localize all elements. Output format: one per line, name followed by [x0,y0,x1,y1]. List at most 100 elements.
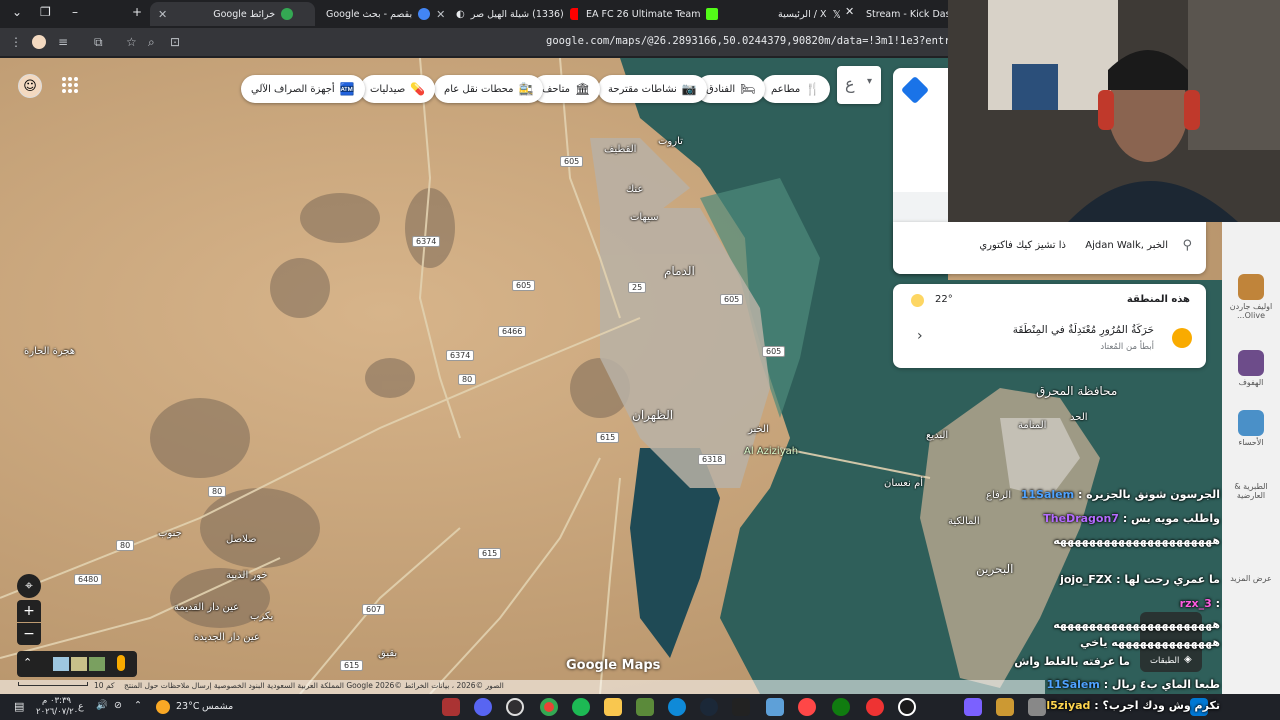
app-icon-chrome[interactable] [540,698,558,716]
my-location-button[interactable]: ⌖ [17,574,41,598]
tray-chevron-icon[interactable]: ⌃ [134,700,142,711]
sidebar-channel[interactable]: الأحساء [1222,410,1280,447]
app-icon-discord[interactable] [474,698,492,716]
place-label-khobar[interactable]: الخبر [748,424,769,435]
chip-things-to-do[interactable]: 📷 نشاطات مقترحة [598,75,707,103]
place-label-qatif[interactable]: القطيف [604,144,636,155]
chat-username[interactable]: rzx_3 [1180,597,1212,610]
chip-restaurants[interactable]: 🍴 مطاعم [761,75,831,103]
layer-thumb-map[interactable] [53,657,69,671]
layer-bar[interactable]: ⌃ [17,651,137,677]
area-card[interactable]: هذه المنطقة 22° حَرَكَةُ المُرُورِ مُعْت… [893,284,1206,368]
menu-dots-icon[interactable]: ⋮ [10,35,22,49]
sidebar-channel[interactable]: الطبرية & العارضية [1222,482,1280,500]
tab-kick-dashboard[interactable]: Stream - Kick Dashboard [858,2,950,26]
clock-time[interactable]: ٠٣:٣٩ م [42,696,71,706]
app-icon-extra[interactable] [1028,698,1046,716]
place-label-saihat[interactable]: سيهات [630,212,658,223]
apps-grid-icon[interactable] [62,77,78,93]
tab-youtube[interactable]: ◐ (1336) شيلة الهيل صر ✕ [448,2,578,26]
zoom-in-button[interactable]: + [17,600,41,622]
place-label-jassra[interactable]: البديع [926,430,948,441]
place-card[interactable]: Ajdan Walk, الخبر ذا تشيز كيك فاكتوري ⚲ [893,222,1206,274]
weather-condition[interactable]: مشمس [202,701,233,712]
chat-username[interactable]: l5ziyad [1046,699,1090,712]
new-tab-button[interactable]: + [132,5,142,19]
place-label-malikiyah[interactable]: المالكية [948,516,980,527]
layer-thumb-terrain[interactable] [71,657,87,671]
place-label-yakrib[interactable]: يكرب [250,611,273,622]
app-icon-photos[interactable] [766,698,784,716]
chip-transit[interactable]: 🚉 محطات نقل عام [434,75,544,103]
show-more-link[interactable]: عرض المزيد [1222,574,1280,583]
app-icon-obs[interactable] [506,698,524,716]
extensions-icon[interactable]: ⧉ [94,35,103,49]
place-label-ain-dar-new[interactable]: عين دار الجديدة [194,632,260,643]
install-app-icon[interactable]: ⊡ [170,35,180,49]
chip-atms[interactable]: 🏧 أجهزة الصراف الآلي [241,75,365,103]
app-icon-minecraft[interactable] [636,698,654,716]
app-icon-copilot[interactable] [964,698,982,716]
app-icon-steam[interactable] [700,698,718,716]
app-icon-explorer[interactable] [604,698,622,716]
tab-search-icon[interactable]: ⌄ [12,5,22,19]
url-field[interactable]: google.com/maps/@26.2893166,50.0244379,9… [546,35,966,47]
clock-date[interactable]: ٢٠٢٦/٠٧/٢٠ [36,707,78,717]
language-indicator[interactable]: ع [78,701,84,712]
chip-pharmacies[interactable]: 💊 صيدليات [360,75,436,103]
directions-icon[interactable] [900,75,930,105]
tab-close-icon[interactable]: ✕ [845,5,854,18]
tab-google-search[interactable]: بقصم - بحث Google ✕ [318,2,450,26]
zoom-out-button[interactable]: − [17,623,41,645]
place-label-tarout[interactable]: تاروت [658,136,683,147]
place-label-riffa[interactable]: الرفاع [986,490,1011,501]
place-label-khur-dhabiya[interactable]: خور الذبية [226,570,268,581]
expand-icon[interactable]: ⌃ [23,656,32,669]
place-label-buqayq[interactable]: بقيق [378,648,397,659]
user-avatar[interactable]: ☺ [18,74,42,98]
place-label-dhahran[interactable]: الظهران [632,408,673,422]
chat-username[interactable]: TheDragon7 [1043,512,1119,525]
chevron-left-icon[interactable]: › [917,328,923,344]
app-icon-capcut[interactable] [732,698,750,716]
place-label-aziziyah[interactable]: Al Aziziyah [744,446,798,457]
tab-ea-fc[interactable]: EA FC 26 Ultimate Team ✕ [578,2,720,26]
bookmark-star-icon[interactable]: ☆ [126,35,137,49]
chat-username[interactable]: jojo_FZX [1060,573,1112,586]
place-label-bahrain[interactable]: البحرين [976,562,1013,576]
weather-temperature[interactable]: 23°C [176,701,199,712]
place-label-awali[interactable]: الحد [1070,412,1088,423]
layer-thumb-satellite[interactable] [89,657,105,671]
app-icon-game[interactable] [442,698,460,716]
window-minimize-icon[interactable]: – [72,5,78,19]
network-icon[interactable]: ⊘ [114,700,122,711]
place-label-ain-dar-old[interactable]: عين دار القديمة [174,602,239,613]
app-icon-edge[interactable] [668,698,686,716]
chat-username[interactable]: 11Salem [1046,678,1099,691]
notifications-icon[interactable]: ▤ [14,700,24,713]
app-icon-media[interactable] [996,698,1014,716]
app-icon-ea[interactable] [798,698,816,716]
reading-list-icon[interactable]: ≡ [58,35,68,49]
place-label-anak[interactable]: عنك [626,184,643,195]
place-label-hijrat[interactable]: هجرة الحارة [24,346,75,357]
sidebar-channel[interactable]: اوليف جاردن Olive... [1222,274,1280,320]
tab-close-icon[interactable]: ✕ [436,8,445,21]
window-restore-icon[interactable]: ❐ [40,5,51,19]
place-label-umm-nassan[interactable]: أم نعسان [884,478,923,489]
place-label-salasil[interactable]: صلاصل [226,534,257,545]
app-icon-epic[interactable] [866,698,884,716]
chat-username[interactable]: 11Salem [1021,488,1074,501]
place-label-manama[interactable]: المنامة [1018,420,1046,431]
place-label-muharraq[interactable]: محافظة المحرق [1036,384,1117,398]
place-label-jarudiya[interactable]: جنوب [158,528,182,539]
app-icon-spotify[interactable] [572,698,590,716]
profile-avatar[interactable] [32,35,46,49]
app-icon-ubisoft[interactable] [898,698,916,716]
attribution-text[interactable]: الصور ©2026 ، بيانات الخرائط ©2026 Googl… [124,681,504,690]
tab-google-maps[interactable]: ✕ خرائط Google [150,2,315,26]
collapse-panel-button[interactable]: ع ▾ [837,66,881,104]
tab-close-icon[interactable]: ✕ [158,8,167,21]
volume-icon[interactable]: 🔊 [96,700,108,711]
zoom-icon[interactable]: ⌕ [148,35,155,49]
